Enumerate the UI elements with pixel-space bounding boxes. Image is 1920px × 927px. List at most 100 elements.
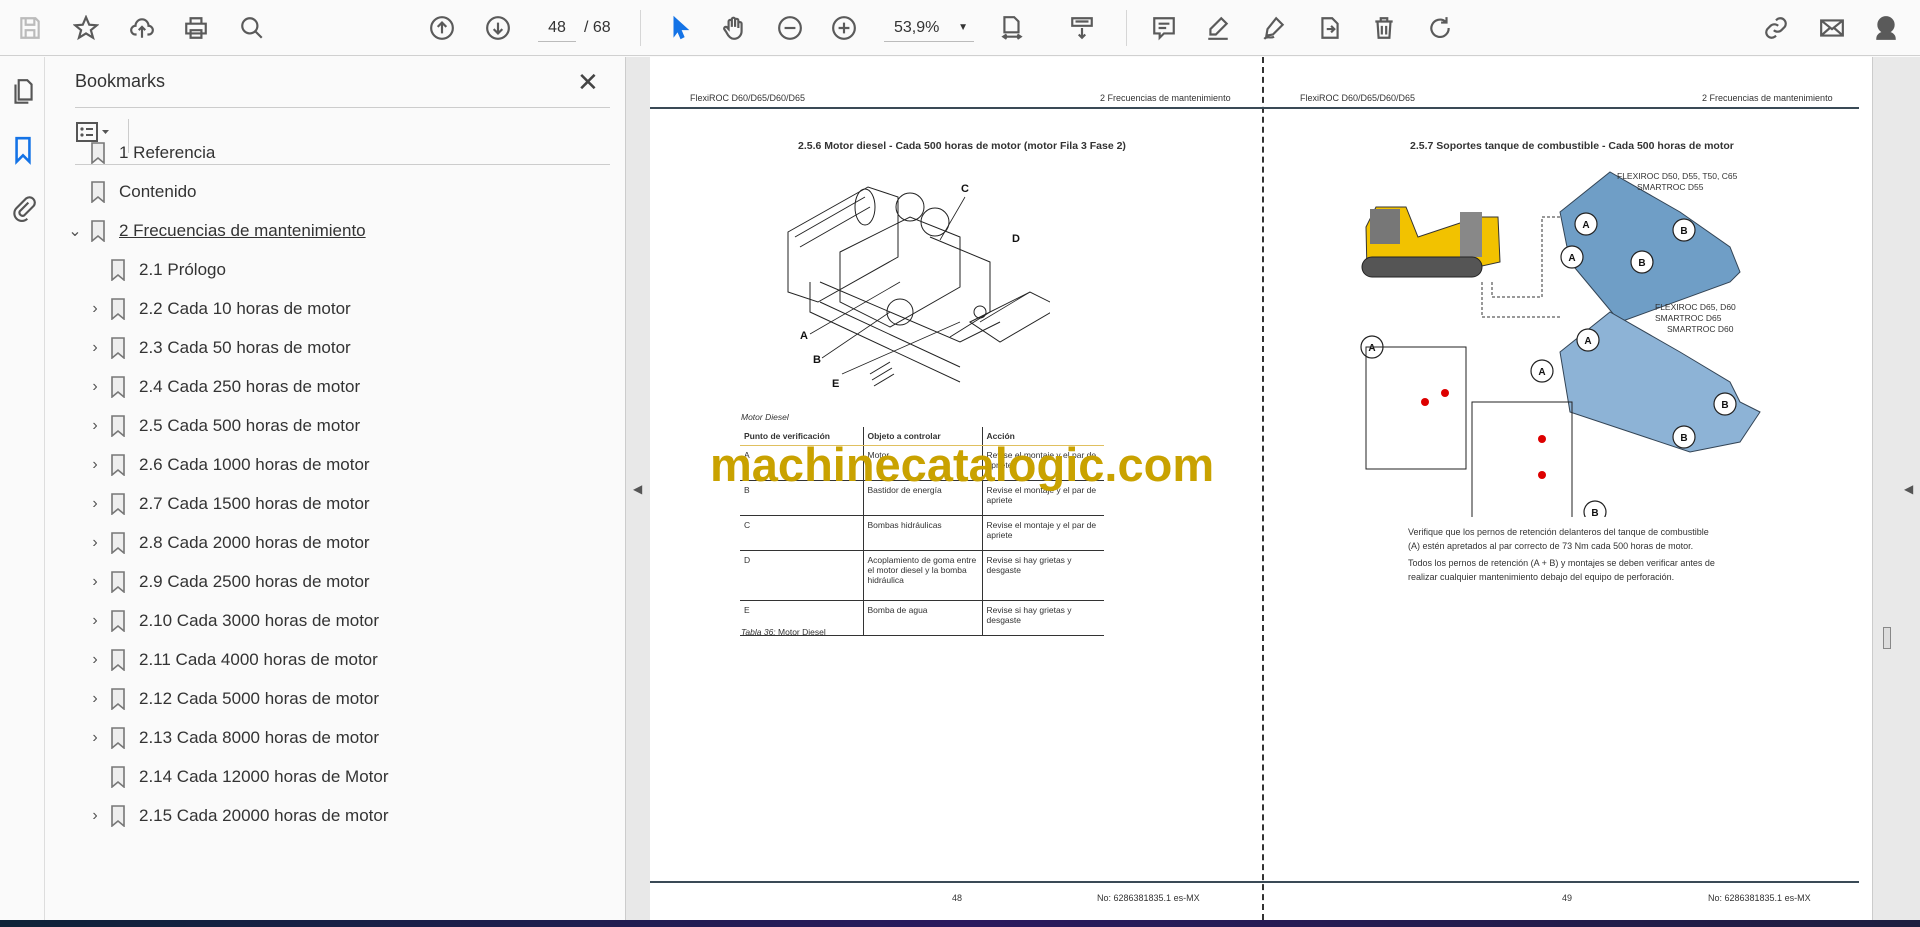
rotate-icon[interactable] bbox=[1424, 12, 1456, 44]
bookmark-item[interactable]: › 2.6 Cada 1000 horas de motor bbox=[87, 450, 370, 480]
watermark: machinecatalogic.com bbox=[710, 438, 1215, 491]
bookmark-item[interactable]: › 2.2 Cada 10 horas de motor bbox=[87, 294, 351, 324]
chevron-right-icon[interactable]: › bbox=[87, 456, 103, 474]
page-number: 48 bbox=[952, 893, 963, 903]
bookmark-item[interactable]: › 2.15 Cada 20000 horas de motor bbox=[87, 801, 389, 831]
bookmark-icon bbox=[91, 181, 105, 203]
zoom-out-icon[interactable] bbox=[774, 12, 806, 44]
print-icon[interactable] bbox=[180, 12, 212, 44]
scrollbar-thumb[interactable] bbox=[1883, 627, 1891, 649]
bookmark-item[interactable]: › 2.5 Cada 500 horas de motor bbox=[87, 411, 360, 441]
attachment-icon[interactable] bbox=[10, 193, 36, 223]
next-page-icon[interactable] bbox=[482, 12, 514, 44]
bookmark-item[interactable]: › 2.10 Cada 3000 horas de motor bbox=[87, 606, 379, 636]
bookmark-label: 2.3 Cada 50 horas de motor bbox=[139, 338, 351, 357]
bookmark-item[interactable]: › 2.13 Cada 8000 horas de motor bbox=[87, 723, 379, 753]
chevron-right-icon[interactable]: › bbox=[87, 378, 103, 396]
bookmark-item[interactable]: ⌄ 2 Frecuencias de mantenimiento bbox=[67, 216, 366, 246]
chevron-right-icon[interactable]: › bbox=[87, 612, 103, 630]
collapse-panel-handle[interactable]: ◀ bbox=[625, 57, 650, 920]
zoom-select[interactable]: 53,9% ▼ bbox=[884, 14, 974, 42]
upload-icon[interactable] bbox=[126, 12, 158, 44]
close-icon[interactable]: ✕ bbox=[577, 67, 599, 98]
bookmark-icon bbox=[111, 259, 125, 281]
zoom-in-icon[interactable] bbox=[828, 12, 860, 44]
bookmark-item[interactable]: › 2.8 Cada 2000 horas de motor bbox=[87, 528, 370, 558]
export-icon[interactable] bbox=[1314, 12, 1346, 44]
section-title: 2.5.6 Motor diesel - Cada 500 horas de m… bbox=[798, 140, 1126, 152]
bookmark-label: 2.9 Cada 2500 horas de motor bbox=[139, 572, 370, 591]
model-label: FLEXIROC D65, D60 bbox=[1655, 302, 1736, 312]
account-icon[interactable] bbox=[1870, 12, 1902, 44]
bookmark-label: 2.6 Cada 1000 horas de motor bbox=[139, 455, 370, 474]
share-link-icon[interactable] bbox=[1760, 12, 1792, 44]
chevron-right-icon[interactable]: › bbox=[87, 417, 103, 435]
page-header-right: 2 Frecuencias de mantenimiento bbox=[1100, 93, 1231, 103]
pages-icon[interactable] bbox=[10, 77, 36, 107]
bookmark-icon bbox=[111, 571, 125, 593]
chevron-right-icon[interactable]: › bbox=[87, 729, 103, 747]
sign-icon[interactable] bbox=[1258, 12, 1290, 44]
vertical-scrollbar[interactable] bbox=[1872, 57, 1900, 920]
bookmark-item[interactable]: › 2.9 Cada 2500 horas de motor bbox=[87, 567, 370, 597]
comment-icon[interactable] bbox=[1148, 12, 1180, 44]
bookmark-item[interactable]: Contenido bbox=[67, 177, 197, 207]
bookmark-label: 2.15 Cada 20000 horas de motor bbox=[139, 806, 389, 825]
chevron-right-icon[interactable]: › bbox=[87, 573, 103, 591]
bookmark-icon bbox=[111, 649, 125, 671]
chevron-right-icon[interactable]: › bbox=[87, 300, 103, 318]
chevron-right-icon[interactable]: › bbox=[87, 690, 103, 708]
svg-text:B: B bbox=[1721, 400, 1728, 411]
chevron-down-icon[interactable]: ⌄ bbox=[67, 221, 83, 241]
caption-prefix: Tabla 36: bbox=[741, 627, 776, 637]
label-e: E bbox=[832, 378, 839, 390]
prev-page-icon[interactable] bbox=[426, 12, 458, 44]
svg-text:A: A bbox=[1538, 367, 1545, 378]
hand-icon[interactable] bbox=[718, 12, 750, 44]
bookmark-item[interactable]: › 2.11 Cada 4000 horas de motor bbox=[87, 645, 378, 675]
page-header-left: FlexiROC D60/D65/D60/D65 bbox=[690, 93, 806, 103]
select-icon[interactable] bbox=[664, 12, 696, 44]
chevron-right-icon[interactable]: › bbox=[87, 807, 103, 825]
page-number-input[interactable]: 48 bbox=[538, 14, 576, 42]
highlight-icon[interactable] bbox=[1202, 12, 1234, 44]
find-icon[interactable] bbox=[236, 12, 268, 44]
fuel-tank-diagram: A A B B A A B B A B FLEXIROC D50, D55, T50, C65… bbox=[1360, 171, 1761, 517]
star-icon[interactable] bbox=[70, 12, 102, 44]
bookmark-label: Contenido bbox=[119, 182, 197, 201]
fit-page-icon[interactable] bbox=[996, 12, 1028, 44]
bookmark-label: 2.12 Cada 5000 horas de motor bbox=[139, 689, 380, 708]
table-row: D Acoplamiento de goma entre el motor die… bbox=[740, 550, 1104, 601]
right-panel-handle[interactable]: ◀ bbox=[1900, 57, 1920, 920]
chevron-right-icon[interactable]: › bbox=[87, 651, 103, 669]
bookmark-item[interactable]: 2.14 Cada 12000 horas de Motor bbox=[87, 762, 389, 792]
save-icon[interactable] bbox=[14, 12, 46, 44]
bookmark-item[interactable]: › 2.7 Cada 1500 horas de motor bbox=[87, 489, 370, 519]
navigation-rail bbox=[0, 57, 45, 920]
page-header-right: 2 Frecuencias de mantenimiento bbox=[1702, 93, 1833, 103]
email-icon[interactable] bbox=[1816, 12, 1848, 44]
bookmark-panel-icon[interactable] bbox=[10, 135, 36, 165]
svg-text:B: B bbox=[1591, 508, 1598, 517]
delete-icon[interactable] bbox=[1368, 12, 1400, 44]
table-cell: C bbox=[744, 520, 751, 530]
taskbar bbox=[0, 920, 1920, 927]
chevron-right-icon[interactable]: › bbox=[87, 495, 103, 513]
svg-text:A: A bbox=[1568, 253, 1575, 264]
bookmark-icon bbox=[111, 727, 125, 749]
model-label: SMARTROC D60 bbox=[1667, 324, 1734, 334]
table-row: C Bombas hidráulicas Revise el montaje y e… bbox=[740, 515, 1104, 551]
bookmark-item[interactable]: › 2.3 Cada 50 horas de motor bbox=[87, 333, 351, 363]
label-c: C bbox=[961, 183, 969, 195]
bookmark-label: 2.11 Cada 4000 horas de motor bbox=[139, 650, 378, 669]
chevron-right-icon[interactable]: › bbox=[87, 339, 103, 357]
bookmark-item[interactable]: › 2.12 Cada 5000 horas de motor bbox=[87, 684, 379, 714]
caption-text: Motor Diesel bbox=[775, 627, 826, 637]
bookmark-item[interactable]: › 2.4 Cada 250 horas de motor bbox=[87, 372, 360, 402]
collapse-left-icon: ◀ bbox=[633, 482, 643, 496]
scroll-mode-icon[interactable] bbox=[1066, 12, 1098, 44]
bookmark-item[interactable]: 1 Referencia bbox=[67, 138, 215, 168]
chevron-right-icon[interactable]: › bbox=[87, 534, 103, 552]
bookmark-item[interactable]: 2.1 Prólogo bbox=[87, 255, 226, 285]
bookmark-label: 2.10 Cada 3000 horas de motor bbox=[139, 611, 380, 630]
